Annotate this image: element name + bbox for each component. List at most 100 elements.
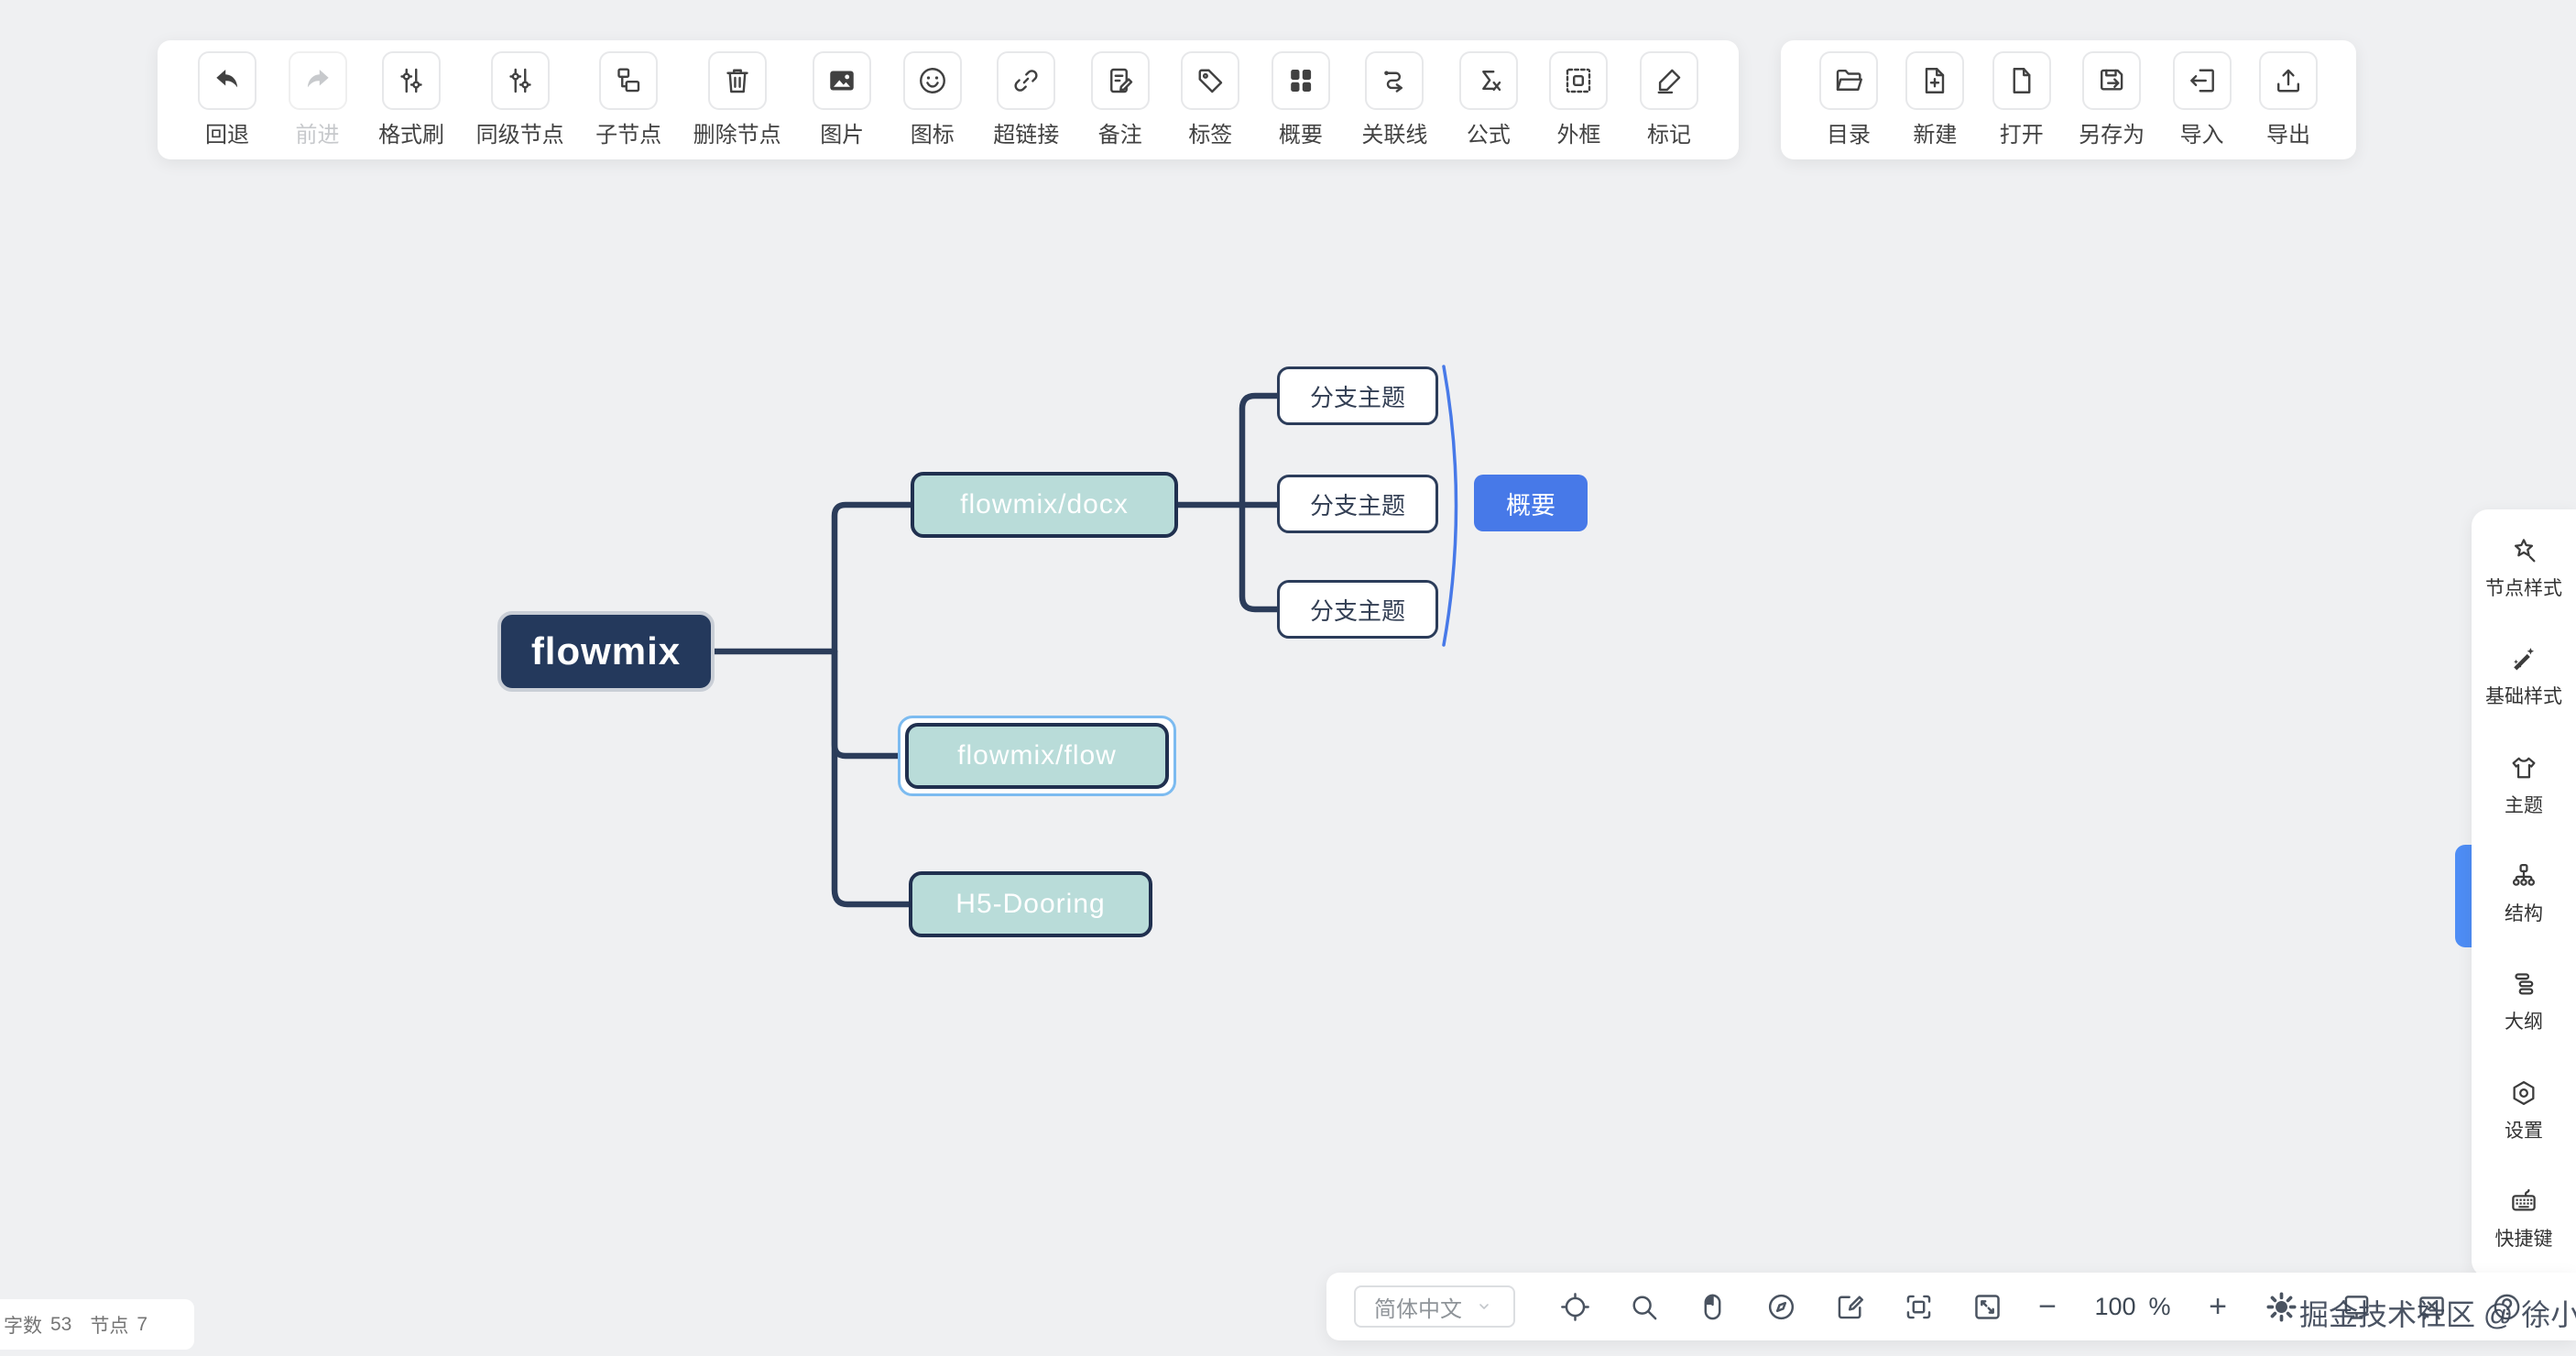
relation-line-icon bbox=[1378, 64, 1411, 97]
branch-node[interactable]: 分支主题 bbox=[1277, 580, 1438, 639]
formula-icon bbox=[1472, 64, 1505, 97]
mark-button[interactable] bbox=[1640, 51, 1698, 110]
sidebar-item-outline[interactable]: 大纲 bbox=[2505, 968, 2543, 1034]
language-select[interactable]: 简体中文 bbox=[1354, 1285, 1515, 1328]
format-painter-item: 格式刷 bbox=[378, 51, 444, 148]
branch-node[interactable]: 分支主题 bbox=[1277, 366, 1438, 425]
image-icon bbox=[825, 64, 858, 97]
relation-line-button[interactable] bbox=[1365, 51, 1424, 110]
sidebar-item-shortcut[interactable]: 快捷键 bbox=[2495, 1186, 2553, 1252]
open-file-label: 打开 bbox=[2000, 116, 2044, 148]
summary-brace bbox=[1444, 366, 1457, 645]
format-painter-icon bbox=[395, 64, 428, 97]
import-item: 导入 bbox=[2173, 51, 2232, 148]
open-file-icon bbox=[2005, 64, 2038, 97]
selected-node-outline[interactable]: flowmix/flow bbox=[898, 716, 1176, 796]
export-icon bbox=[2272, 64, 2305, 97]
child-node-docx[interactable]: flowmix/docx bbox=[911, 472, 1178, 538]
child-node-item: 子节点 bbox=[595, 51, 661, 148]
sidebar-item-structure[interactable]: 结构 bbox=[2505, 860, 2543, 926]
undo-button[interactable] bbox=[198, 51, 257, 110]
hyperlink-item: 超链接 bbox=[993, 51, 1059, 148]
redo-item: 前进 bbox=[289, 51, 347, 148]
formula-button[interactable] bbox=[1459, 51, 1518, 110]
search-button[interactable] bbox=[1610, 1290, 1678, 1324]
summary-grid-button[interactable] bbox=[1272, 51, 1330, 110]
save-as-label: 另存为 bbox=[2079, 116, 2145, 148]
language-value: 简体中文 bbox=[1374, 1291, 1462, 1323]
node-style-icon bbox=[2508, 535, 2539, 566]
redo-icon bbox=[301, 64, 334, 97]
hyperlink-button[interactable] bbox=[997, 51, 1055, 110]
sidebar-item-base-style[interactable]: 基础样式 bbox=[2485, 643, 2562, 709]
formula-item: 公式 bbox=[1459, 51, 1518, 148]
structure-label: 结构 bbox=[2505, 899, 2543, 926]
fit-screen-button[interactable] bbox=[1953, 1290, 2022, 1324]
relation-line-item: 关联线 bbox=[1361, 51, 1427, 148]
sidebar-item-theme[interactable]: 主题 bbox=[2505, 752, 2543, 818]
outline-label: 大纲 bbox=[2505, 1007, 2543, 1034]
format-painter-button[interactable] bbox=[382, 51, 441, 110]
child-node-h5[interactable]: H5-Dooring bbox=[909, 871, 1152, 937]
child-node-flow[interactable]: flowmix/flow bbox=[905, 723, 1169, 789]
redo-label: 前进 bbox=[296, 116, 340, 148]
emoji-button[interactable] bbox=[903, 51, 962, 110]
mark-icon bbox=[1653, 64, 1686, 97]
root-node[interactable]: flowmix bbox=[497, 611, 715, 692]
import-label: 导入 bbox=[2180, 116, 2224, 148]
locate-button[interactable] bbox=[1541, 1290, 1610, 1324]
node-style-label: 节点样式 bbox=[2485, 574, 2562, 601]
new-file-item: 新建 bbox=[1905, 51, 1964, 148]
outer-frame-button[interactable] bbox=[1549, 51, 1608, 110]
branch-node[interactable]: 分支主题 bbox=[1277, 475, 1438, 533]
base-style-label: 基础样式 bbox=[2485, 682, 2562, 709]
image-label: 图片 bbox=[820, 116, 864, 148]
sidebar-item-settings[interactable]: 设置 bbox=[2505, 1077, 2543, 1143]
note-label: 备注 bbox=[1098, 116, 1142, 148]
hyperlink-label: 超链接 bbox=[993, 116, 1059, 148]
tag-label: 标签 bbox=[1188, 116, 1232, 148]
compass-button[interactable] bbox=[1747, 1290, 1816, 1324]
note-button[interactable] bbox=[1091, 51, 1150, 110]
zoom-value: 100 bbox=[2094, 1293, 2135, 1321]
folder-button[interactable] bbox=[1819, 51, 1878, 110]
mark-label: 标记 bbox=[1647, 116, 1691, 148]
sibling-node-button[interactable] bbox=[491, 51, 550, 110]
delete-node-button[interactable] bbox=[708, 51, 767, 110]
settings-icon bbox=[2508, 1077, 2539, 1109]
relation-line-label: 关联线 bbox=[1361, 116, 1427, 148]
mindmap-app: { "toolbar_left": { "items": [ {"label":… bbox=[0, 0, 2576, 1356]
sidebar-item-node-style[interactable]: 节点样式 bbox=[2485, 535, 2562, 601]
tag-button[interactable] bbox=[1181, 51, 1239, 110]
new-file-icon bbox=[1918, 64, 1951, 97]
open-file-item: 打开 bbox=[1992, 51, 2051, 148]
edit-toolbar: 回退前进格式刷同级节点子节点删除节点图片图标超链接备注标签概要关联线公式外框标记 bbox=[158, 40, 1739, 159]
summary-node[interactable]: 概要 bbox=[1474, 475, 1588, 531]
folder-item: 目录 bbox=[1819, 51, 1878, 148]
zoom-in-button[interactable]: + bbox=[2192, 1289, 2243, 1325]
image-item: 图片 bbox=[813, 51, 871, 148]
new-file-button[interactable] bbox=[1905, 51, 1964, 110]
edit-square-button[interactable] bbox=[1816, 1290, 1884, 1324]
export-button[interactable] bbox=[2259, 51, 2318, 110]
word-count-value: 53 bbox=[50, 1314, 71, 1336]
watermark: 掘金技术社区 @ 徐小夕 bbox=[2299, 1292, 2576, 1334]
save-as-button[interactable] bbox=[2082, 51, 2141, 110]
compass-icon bbox=[1764, 1290, 1798, 1324]
chevron-down-icon bbox=[1473, 1296, 1495, 1318]
child-node-button[interactable] bbox=[599, 51, 658, 110]
zoom-percent-sign: % bbox=[2149, 1293, 2171, 1321]
image-button[interactable] bbox=[813, 51, 871, 110]
emoji-icon bbox=[916, 64, 949, 97]
child-node-icon bbox=[612, 64, 645, 97]
fit-screen-icon bbox=[1970, 1290, 2004, 1324]
zoom-out-button[interactable]: − bbox=[2022, 1289, 2073, 1325]
fullscreen-button[interactable] bbox=[1884, 1290, 1953, 1324]
open-file-button[interactable] bbox=[1992, 51, 2051, 110]
hyperlink-icon bbox=[1010, 64, 1042, 97]
mouse-button[interactable] bbox=[1678, 1290, 1747, 1324]
import-button[interactable] bbox=[2173, 51, 2232, 110]
delete-node-item: 删除节点 bbox=[693, 51, 781, 148]
settings-label: 设置 bbox=[2505, 1116, 2543, 1143]
emoji-label: 图标 bbox=[911, 116, 955, 148]
